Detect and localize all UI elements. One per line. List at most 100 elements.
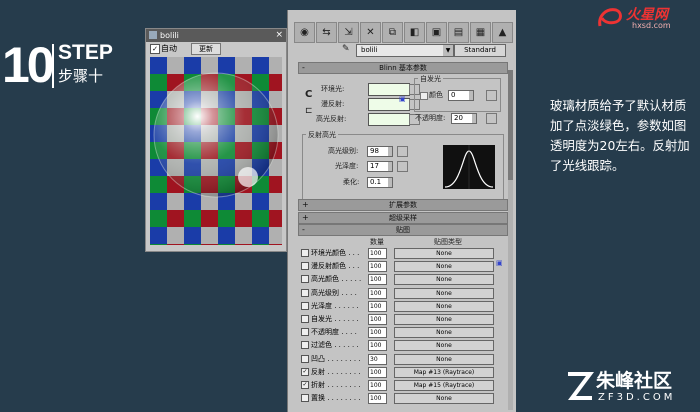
get-material-icon[interactable]: ◉ bbox=[294, 22, 315, 43]
map-enable-checkbox[interactable]: ✓ bbox=[301, 367, 309, 376]
zf3d-url: ZF3D.COM bbox=[598, 392, 676, 403]
spec-level-spinner[interactable]: 98 bbox=[367, 146, 393, 157]
map-amount-spinner[interactable]: 100 bbox=[368, 327, 387, 339]
map-amount-spinner[interactable]: 100 bbox=[368, 300, 387, 312]
scrollbar-thumb[interactable] bbox=[508, 70, 513, 180]
rollout-supersampling-title: 超级采样 bbox=[389, 214, 417, 222]
map-amount-spinner[interactable]: 100 bbox=[368, 248, 387, 259]
map-slot-button[interactable]: Map #13 (Raytrace) bbox=[394, 366, 494, 378]
specular-label: 高光反射: bbox=[316, 115, 347, 123]
map-amount-spinner[interactable]: 100 bbox=[368, 287, 387, 299]
map-channel-label: 折射 . . . . . . . . bbox=[311, 381, 361, 389]
preview-title: bolili bbox=[160, 31, 179, 40]
map-enable-checkbox[interactable] bbox=[301, 394, 309, 403]
preview-titlebar[interactable]: bolili × bbox=[146, 29, 286, 42]
map-row: 环境光颜色 . . . 100 None bbox=[298, 248, 506, 259]
map-enable-checkbox[interactable] bbox=[301, 262, 309, 271]
editor-scrollbar[interactable] bbox=[508, 70, 513, 410]
map-row: 漫反射颜色 . . . 100 None bbox=[298, 261, 506, 273]
map-slot-button[interactable]: None bbox=[394, 261, 494, 273]
material-preview-window: bolili × ✓ 自动 更新 bbox=[145, 28, 287, 252]
map-amount-spinner[interactable]: 100 bbox=[368, 314, 387, 325]
chevron-down-icon[interactable]: ▼ bbox=[443, 45, 453, 56]
map-amount-spinner[interactable]: 30 bbox=[368, 353, 387, 365]
map-slot-button[interactable]: Map #15 (Raytrace) bbox=[394, 380, 494, 391]
map-amount-spinner[interactable]: 100 bbox=[368, 261, 387, 273]
material-name-field[interactable]: bolili ▼ bbox=[356, 44, 454, 57]
zf3d-logo: 朱峰社区 ZF3D.COM bbox=[566, 366, 700, 410]
map-channel-label: 自发光 . . . . . . bbox=[311, 315, 359, 323]
show-map-icon[interactable]: ▦ bbox=[470, 22, 491, 43]
map-enable-checkbox[interactable] bbox=[301, 288, 309, 297]
pick-material-icon[interactable]: ✎ bbox=[342, 44, 350, 54]
glossiness-spinner[interactable]: 17 bbox=[367, 161, 393, 172]
preview-toolbar: ✓ 自动 更新 bbox=[146, 42, 286, 55]
maps-amount-header: 数量 bbox=[370, 238, 384, 246]
map-row: 凹凸 . . . . . . . . 30 None bbox=[298, 353, 506, 365]
assign-material-icon[interactable]: ⇲ bbox=[338, 22, 359, 43]
map-channel-label: 反射 . . . . . . . . bbox=[311, 367, 361, 376]
go-parent-icon[interactable]: ▲ bbox=[492, 22, 513, 43]
rollout-blinn-basic[interactable]: - Blinn 基本参数 bbox=[298, 62, 508, 74]
zf3d-brand: 朱峰社区 bbox=[596, 370, 673, 392]
self-illum-spinner[interactable]: 0 bbox=[448, 90, 474, 101]
glossiness-label: 光泽度: bbox=[335, 162, 359, 170]
opacity-map-button[interactable] bbox=[486, 113, 497, 124]
map-enable-checkbox[interactable] bbox=[301, 315, 309, 323]
close-icon[interactable]: × bbox=[275, 29, 283, 42]
map-enable-checkbox[interactable] bbox=[301, 341, 309, 350]
rollout-supersampling[interactable]: + 超级采样 bbox=[298, 212, 508, 224]
specular-color-swatch[interactable] bbox=[368, 113, 410, 126]
map-slot-button[interactable]: None bbox=[394, 300, 494, 312]
map-slot-button[interactable]: None bbox=[394, 287, 494, 299]
map-slot-button[interactable]: None bbox=[394, 327, 494, 339]
map-amount-spinner[interactable]: 100 bbox=[368, 340, 387, 352]
put-material-icon[interactable]: ⇆ bbox=[316, 22, 337, 43]
rollout-extended-title: 扩展参数 bbox=[389, 201, 417, 209]
map-slot-button[interactable]: None bbox=[394, 340, 494, 352]
map-channel-label: 光泽度 . . . . . . bbox=[311, 301, 359, 310]
description-text: 玻璃材质给予了默认材质 加了点淡绿色，参数如图 透明度为20左右。反射加 了光线… bbox=[550, 96, 700, 176]
map-slot-button[interactable]: None bbox=[394, 248, 494, 259]
update-button[interactable]: 更新 bbox=[191, 43, 221, 55]
map-slot-button[interactable]: None bbox=[394, 274, 494, 286]
self-illum-color-checkbox[interactable] bbox=[420, 92, 428, 100]
map-amount-spinner[interactable]: 100 bbox=[368, 380, 387, 391]
lock-specular-icon[interactable]: ⊏ bbox=[305, 106, 313, 116]
map-amount-spinner[interactable]: 100 bbox=[368, 393, 387, 405]
map-slot-button[interactable]: None bbox=[394, 314, 494, 325]
self-illum-color-label: 颜色 bbox=[429, 91, 443, 99]
map-enable-checkbox[interactable]: ✓ bbox=[301, 381, 309, 389]
description-line: 加了点淡绿色，参数如图 bbox=[550, 118, 687, 133]
map-amount-spinner[interactable]: 100 bbox=[368, 366, 387, 378]
spec-level-map-button[interactable] bbox=[397, 146, 408, 157]
map-slot-button[interactable]: None bbox=[394, 393, 494, 405]
spec-level-label: 高光级别: bbox=[328, 147, 359, 155]
soften-spinner[interactable]: 0.1 bbox=[367, 177, 393, 188]
self-illum-map-button[interactable] bbox=[486, 90, 497, 101]
opacity-label: 不透明度: bbox=[415, 114, 446, 122]
map-enable-checkbox[interactable] bbox=[301, 354, 309, 363]
map-enable-checkbox[interactable] bbox=[301, 328, 309, 337]
map-slot-button[interactable]: None bbox=[394, 353, 494, 365]
map-enable-checkbox[interactable] bbox=[301, 301, 309, 310]
diffuse-label: 漫反射: bbox=[321, 100, 345, 108]
effects-channel-icon[interactable]: ▤ bbox=[448, 22, 469, 43]
copy-icon[interactable]: ⧉ bbox=[382, 22, 403, 43]
rollout-maps[interactable]: - 贴图 bbox=[298, 224, 508, 236]
map-enable-checkbox[interactable] bbox=[301, 275, 309, 284]
map-enable-checkbox[interactable] bbox=[301, 249, 309, 257]
map-row: ✓ 反射 . . . . . . . . 100 Map #13 (Raytrace) bbox=[298, 366, 506, 378]
opacity-spinner[interactable]: 20 bbox=[451, 113, 477, 124]
reset-icon[interactable]: ✕ bbox=[360, 22, 381, 43]
put-library-icon[interactable]: ▣ bbox=[426, 22, 447, 43]
step-word: STEP bbox=[58, 41, 113, 64]
unique-icon[interactable]: ◧ bbox=[404, 22, 425, 43]
map-row: 高光级别 . . . . 100 None bbox=[298, 287, 506, 299]
glossiness-map-button[interactable] bbox=[397, 161, 408, 172]
rollout-extended-params[interactable]: + 扩展参数 bbox=[298, 199, 508, 211]
lock-ambient-icon[interactable]: C bbox=[305, 90, 312, 100]
material-type-button[interactable]: Standard bbox=[454, 44, 506, 57]
map-amount-spinner[interactable]: 100 bbox=[368, 274, 387, 286]
auto-checkbox[interactable]: ✓ bbox=[150, 44, 160, 54]
